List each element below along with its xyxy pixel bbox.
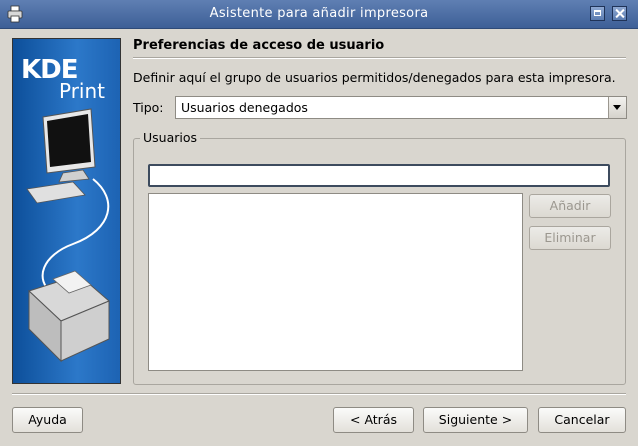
page-heading: Preferencias de acceso de usuario xyxy=(133,38,385,53)
window-title: Asistente para añadir impresora xyxy=(209,6,429,21)
print-logo-text: Print xyxy=(59,79,106,103)
maximize-icon[interactable] xyxy=(590,6,605,21)
help-button[interactable]: Ayuda xyxy=(12,407,83,433)
users-list[interactable] xyxy=(148,193,523,371)
tipo-selected-value: Usuarios denegados xyxy=(181,100,308,115)
close-icon[interactable] xyxy=(612,6,627,21)
back-button[interactable]: < Atrás xyxy=(333,407,414,433)
cancel-button[interactable]: Cancelar xyxy=(538,407,626,433)
remove-user-button[interactable]: Eliminar xyxy=(529,226,611,250)
tipo-label: Tipo: xyxy=(133,100,164,115)
wizard-side-image: KDE Print xyxy=(12,38,121,384)
tipo-select[interactable]: Usuarios denegados xyxy=(175,96,627,119)
heading-divider xyxy=(133,57,626,59)
footer-divider xyxy=(12,393,626,395)
title-bar[interactable]: Asistente para añadir impresora xyxy=(0,0,638,29)
page-description: Definir aquí el grupo de usuarios permit… xyxy=(133,70,616,85)
chevron-down-icon[interactable] xyxy=(608,97,626,118)
usuarios-group-label: Usuarios xyxy=(140,130,201,145)
next-button[interactable]: Siguiente > xyxy=(423,407,528,433)
add-user-button[interactable]: Añadir xyxy=(529,194,611,218)
user-name-input[interactable] xyxy=(148,164,610,187)
